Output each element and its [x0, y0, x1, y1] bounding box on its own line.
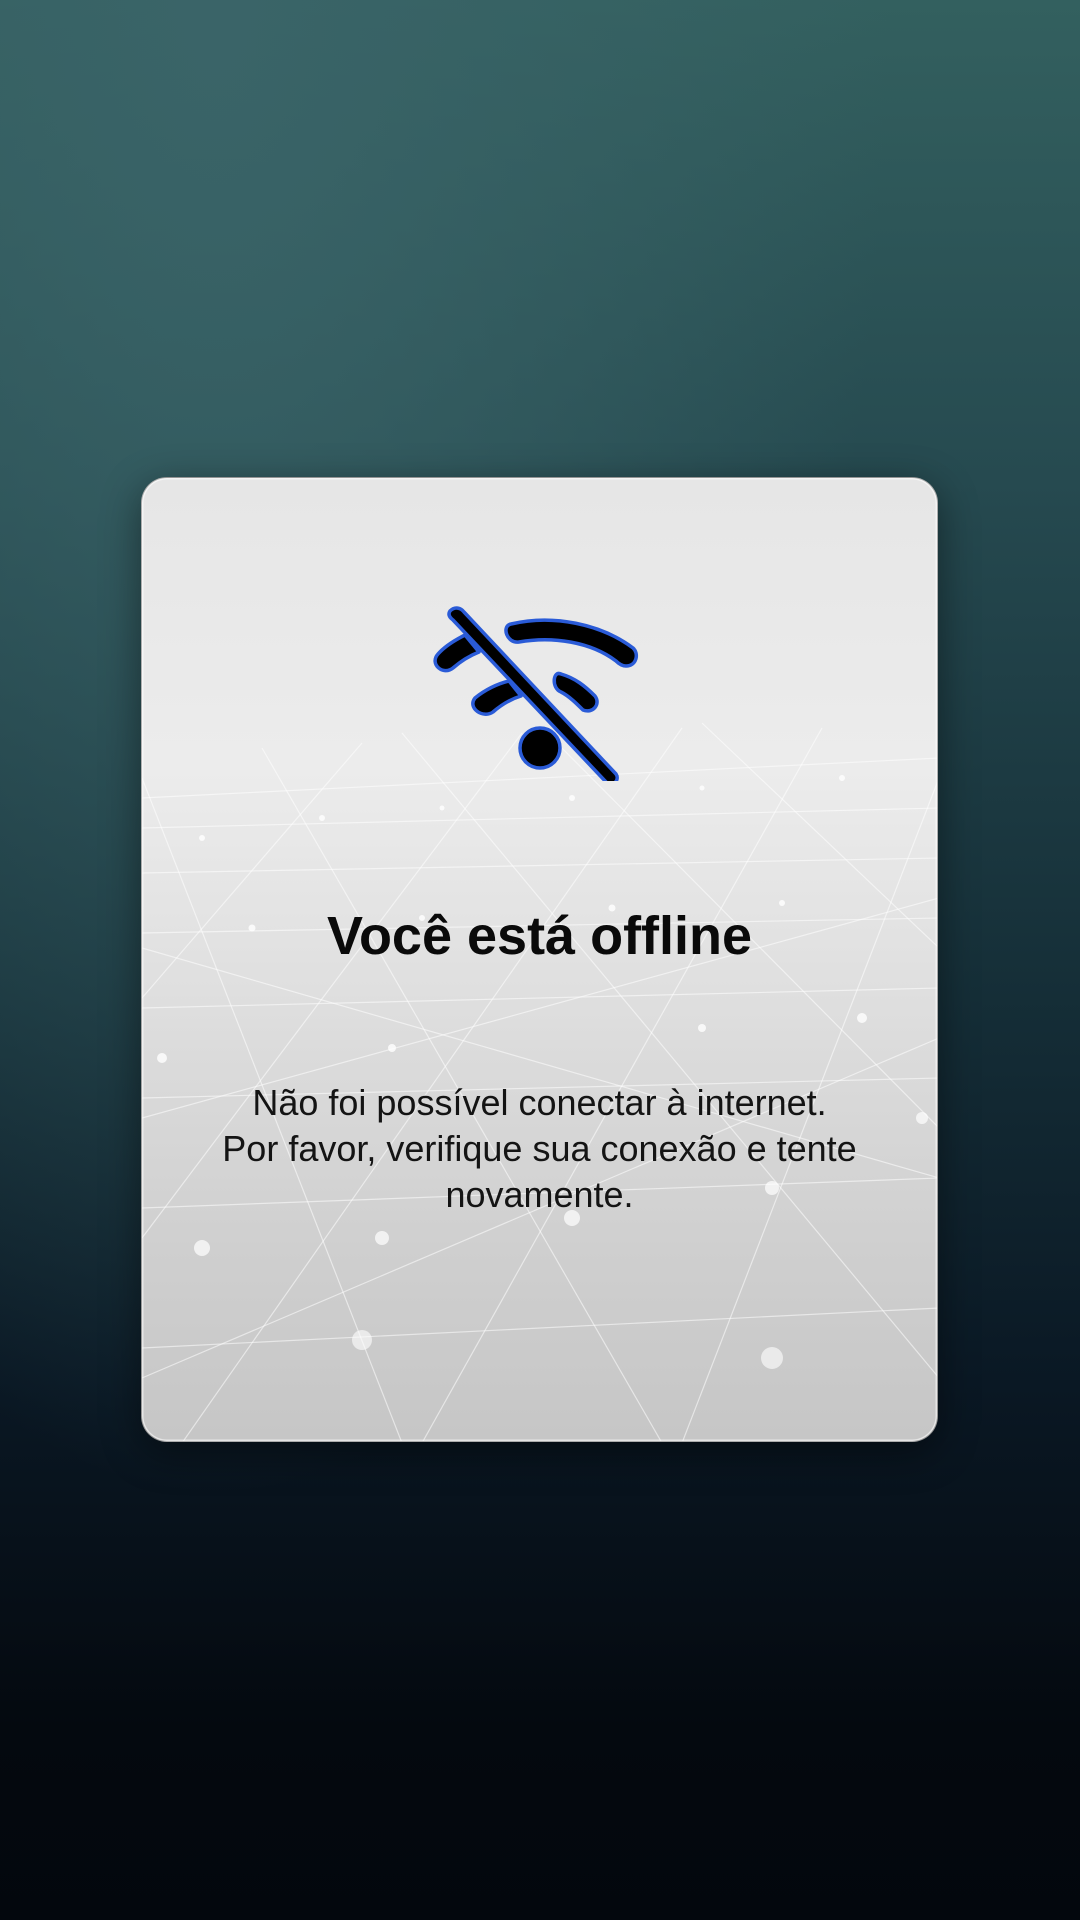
dialog-title: Você está offline	[326, 906, 753, 966]
message-line: Por favor, verifique sua conexão e tente	[222, 1128, 857, 1169]
wifi-off-icon	[433, 606, 639, 781]
message-line: novamente.	[445, 1174, 634, 1215]
dialog-message: Não foi possível conectar à internet. Po…	[181, 1080, 898, 1218]
message-line: Não foi possível conectar à internet.	[252, 1082, 827, 1123]
